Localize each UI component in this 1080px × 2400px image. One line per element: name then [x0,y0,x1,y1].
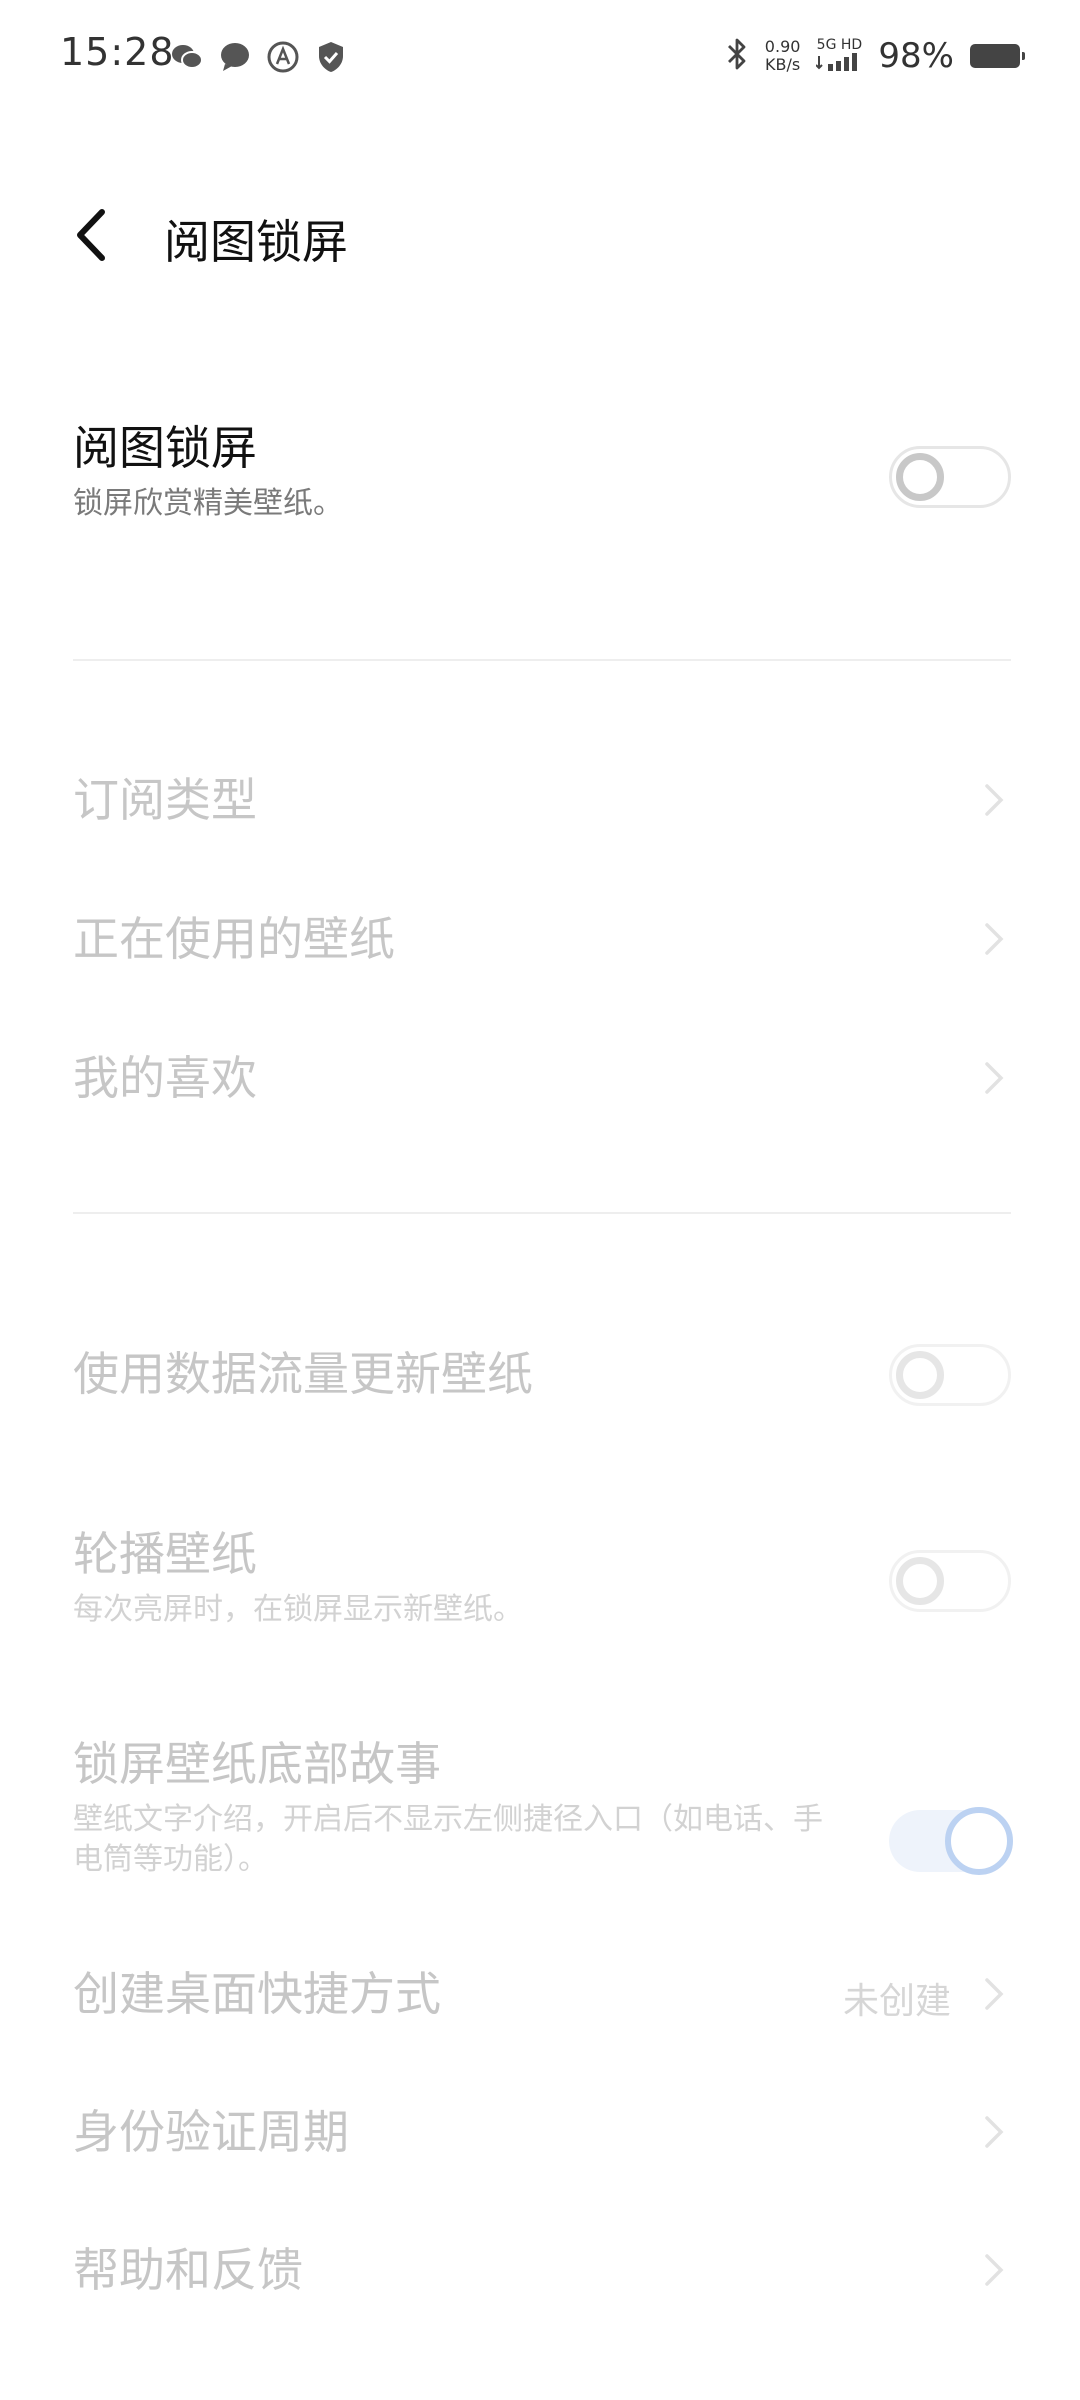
story-subtitle: 壁纸文字介绍，开启后不显示左侧捷径入口（如电话、手电筒等功能）。 [73,1802,823,1877]
chevron-right-icon [977,2115,1011,2149]
bluetooth-icon [725,37,749,75]
nav-item-current-wallpaper[interactable]: 正在使用的壁纸 [73,909,1011,969]
carousel-subtitle: 每次亮屏时，在锁屏显示新壁纸。 [73,1592,523,1627]
shortcut-status: 未创建 [842,1981,951,2022]
network-speed-value: 0.90 [764,37,801,56]
story-row[interactable]: 锁屏壁纸底部故事 壁纸文字介绍，开启后不显示左侧捷径入口（如电话、手电筒等功能）… [73,1734,1013,1894]
chevron-right-icon [977,1977,1011,2011]
main-setting-row[interactable]: 阅图锁屏 锁屏欣赏精美壁纸。 [73,418,1011,548]
signal-label: 5G HD [816,37,863,53]
page-title: 阅图锁屏 [164,215,348,269]
divider [73,1212,1011,1214]
chevron-right-icon [977,922,1011,956]
app-header: 阅图锁屏 [0,180,1080,290]
nav-item-my-favorites[interactable]: 我的喜欢 [73,1048,1011,1108]
network-speed: 0.90 KB/s [765,38,801,74]
status-bar: 15:28 0.90 KB/s 5G HD 98% [0,0,1080,110]
signal-group: 5G HD [815,37,863,75]
back-button[interactable] [60,205,120,265]
chevron-right-icon [977,783,1011,817]
a-icon [266,40,300,74]
wechat-icon [170,40,204,74]
chevron-left-icon [77,209,105,261]
data-update-row[interactable]: 使用数据流量更新壁纸 [73,1344,1011,1406]
toggle-knob [945,1807,1013,1875]
data-update-toggle[interactable] [889,1344,1011,1406]
divider [73,659,1011,661]
battery-percent: 98% [878,36,954,76]
nav-item-label: 正在使用的壁纸 [73,912,395,966]
story-title: 锁屏壁纸底部故事 [73,1737,441,1791]
story-toggle[interactable] [889,1807,1013,1875]
toggle-knob [896,453,944,501]
carousel-title: 轮播壁纸 [73,1527,257,1581]
auth-period-title: 身份验证周期 [73,2105,349,2159]
nav-item-label: 订阅类型 [73,773,257,827]
toggle-knob [896,1351,944,1399]
status-time: 15:28 [60,30,175,74]
help-title: 帮助和反馈 [73,2243,303,2297]
nav-item-label: 我的喜欢 [73,1051,257,1105]
battery-icon [970,44,1025,68]
main-setting-subtitle: 锁屏欣赏精美壁纸。 [73,486,343,521]
help-row[interactable]: 帮助和反馈 [73,2240,1011,2300]
auth-period-row[interactable]: 身份验证周期 [73,2102,1011,2162]
main-setting-title: 阅图锁屏 [73,421,257,475]
status-right: 0.90 KB/s 5G HD 98% [725,36,1025,76]
nav-item-subscription-type[interactable]: 订阅类型 [73,770,1011,830]
signal-icon [815,53,862,75]
toggle-knob [896,1557,944,1605]
data-update-title: 使用数据流量更新壁纸 [73,1347,533,1401]
chevron-right-icon [977,1061,1011,1095]
shield-icon [314,40,348,74]
network-speed-unit: KB/s [765,55,801,74]
carousel-toggle[interactable] [889,1550,1011,1612]
carousel-row[interactable]: 轮播壁纸 每次亮屏时，在锁屏显示新壁纸。 [73,1524,1011,1634]
message-icon [218,40,252,74]
status-left-icons [170,40,348,74]
shortcut-row[interactable]: 创建桌面快捷方式 未创建 [73,1964,1011,2024]
main-setting-toggle[interactable] [889,446,1011,508]
chevron-right-icon [977,2253,1011,2287]
